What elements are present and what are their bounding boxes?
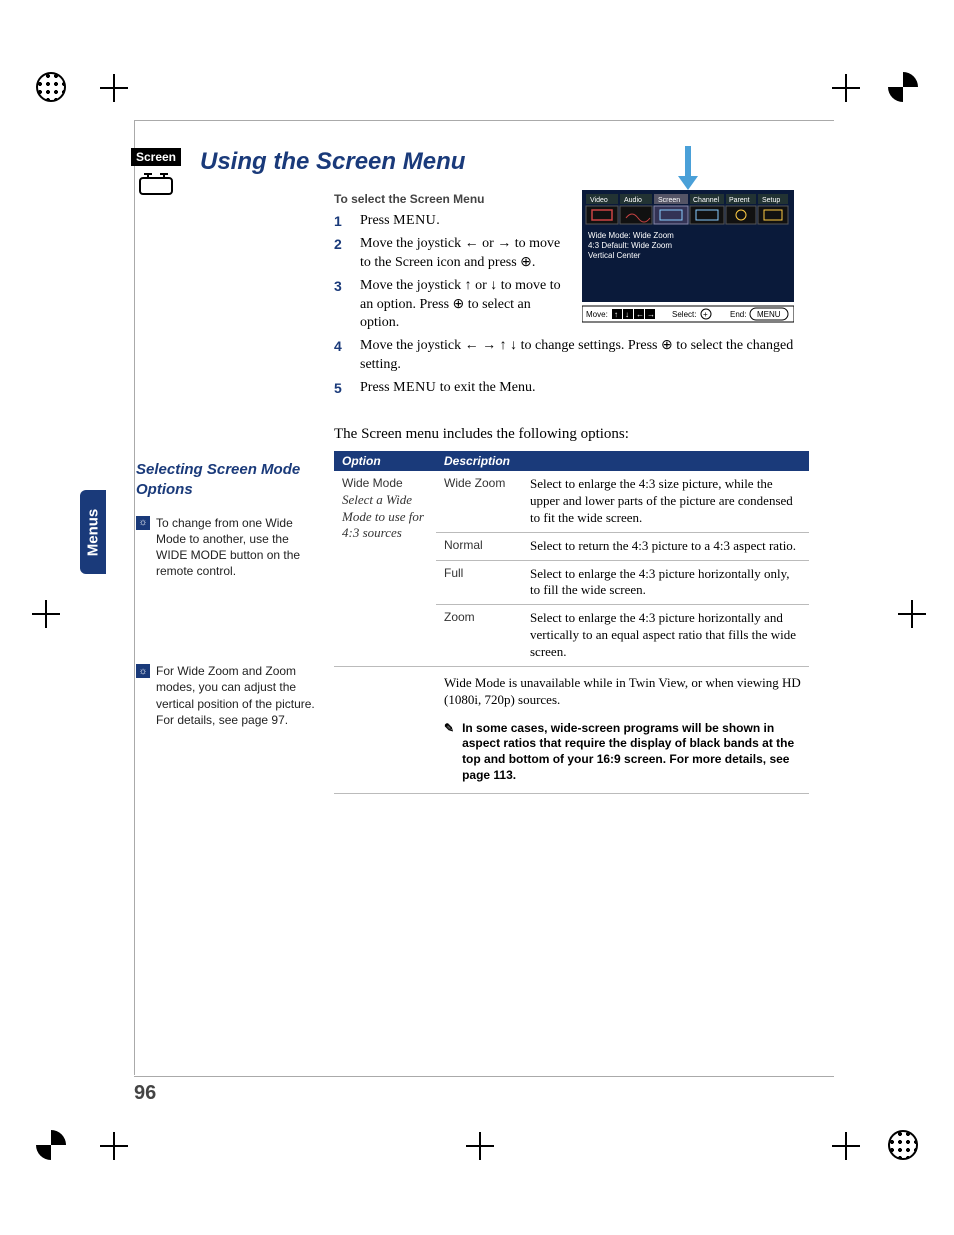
print-reg-tl — [36, 72, 66, 102]
tip-text: To change from one Wide Mode to another,… — [156, 515, 316, 580]
crop-mark-right-mid — [898, 600, 926, 628]
section-tab: Menus — [80, 490, 106, 574]
option-group: Wide Mode Select a Wide Mode to use for … — [334, 471, 436, 667]
main-content: To select the Screen Menu 1 Press MENU. … — [334, 192, 814, 794]
step-number: 4 — [334, 337, 348, 375]
option-name: Full — [436, 560, 522, 605]
step-text: Move the joystick ← → ↑ ↓ to change sett… — [360, 337, 814, 375]
tip-2: ☼ For Wide Zoom and Zoom modes, you can … — [136, 663, 316, 728]
lightbulb-icon: ☼ — [136, 664, 150, 678]
step-number: 3 — [334, 277, 348, 334]
col-option: Option — [334, 451, 436, 471]
options-table: Option Description Wide Mode Select a Wi… — [334, 451, 809, 794]
pencil-icon: ✎ — [444, 721, 454, 783]
col-description: Description — [436, 451, 809, 471]
page-number: 96 — [134, 1082, 156, 1105]
step-2: 2 Move the joystick ← or → to move to th… — [334, 235, 564, 273]
step-text: Move the joystick ↑ or ↓ to move to an o… — [360, 277, 564, 334]
step-number: 5 — [334, 379, 348, 398]
option-name: Wide Zoom — [436, 471, 522, 532]
option-name: Zoom — [436, 605, 522, 667]
step-4: 4 Move the joystick ← → ↑ ↓ to change se… — [334, 337, 814, 375]
option-name: Normal — [436, 532, 522, 560]
tip-text: For Wide Zoom and Zoom modes, you can ad… — [156, 663, 316, 728]
crop-mark-right-top — [832, 74, 860, 102]
screen-badge-label: Screen — [131, 148, 181, 166]
sidebar-heading: Selecting Screen Mode Options — [136, 460, 316, 501]
step-text: Press MENU. — [360, 212, 564, 231]
step-text: Move the joystick ← or → to move to the … — [360, 235, 564, 273]
option-desc: Select to enlarge the 4:3 picture horizo… — [522, 560, 809, 605]
print-reg-tr — [888, 72, 918, 102]
table-note-bold: ✎ In some cases, wide-screen programs wi… — [436, 717, 809, 794]
crop-mark-center-bot — [466, 1132, 494, 1160]
option-desc: Select to enlarge the 4:3 picture horizo… — [522, 605, 809, 667]
step-1: 1 Press MENU. — [334, 212, 564, 231]
step-text: Press MENU to exit the Menu. — [360, 379, 814, 398]
section-tab-label: Menus — [85, 508, 102, 556]
screen-badge: Screen — [130, 148, 182, 203]
step-number: 1 — [334, 212, 348, 231]
crop-mark-left-top — [100, 74, 128, 102]
print-reg-br — [888, 1130, 918, 1160]
table-note: Wide Mode is unavailable while in Twin V… — [436, 667, 809, 717]
crop-mark-left-mid — [32, 600, 60, 628]
print-reg-bl — [36, 1130, 66, 1160]
step-3: 3 Move the joystick ↑ or ↓ to move to an… — [334, 277, 564, 334]
crop-mark-right-bot — [832, 1132, 860, 1160]
page-title: Using the Screen Menu — [200, 148, 465, 176]
sidebar: Selecting Screen Mode Options ☼ To chang… — [136, 460, 316, 728]
tip-1: ☼ To change from one Wide Mode to anothe… — [136, 515, 316, 580]
lightbulb-icon: ☼ — [136, 516, 150, 530]
option-desc: Select to enlarge the 4:3 size picture, … — [522, 471, 809, 532]
crop-mark-left-bot — [100, 1132, 128, 1160]
step-5: 5 Press MENU to exit the Menu. — [334, 379, 814, 398]
option-desc: Select to return the 4:3 picture to a 4:… — [522, 532, 809, 560]
step-number: 2 — [334, 235, 348, 273]
intro-text: The Screen menu includes the following o… — [334, 426, 814, 443]
subhead: To select the Screen Menu — [334, 192, 814, 206]
screen-icon — [134, 170, 178, 198]
frame-bottom-rule — [134, 1076, 834, 1077]
